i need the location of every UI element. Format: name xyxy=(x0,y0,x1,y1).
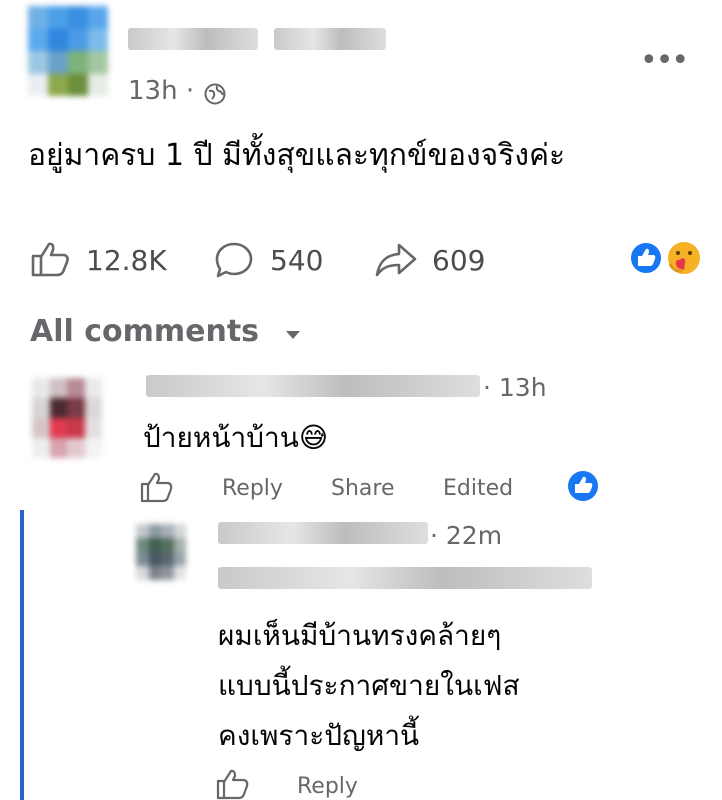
comment-like-icon[interactable] xyxy=(140,471,174,503)
post-author-avatar[interactable] xyxy=(28,6,108,96)
comment-timestamp[interactable]: · 13h xyxy=(483,373,547,402)
comment-text: ป้ายหน้าบ้าน😅 xyxy=(143,421,329,454)
reply-author-avatar[interactable] xyxy=(136,524,186,580)
reply-like-icon[interactable] xyxy=(216,768,250,800)
care-reaction-icon[interactable] xyxy=(664,238,704,278)
like-icon[interactable] xyxy=(30,240,72,278)
reply-mention-line xyxy=(218,567,592,589)
post-author-name-part[interactable] xyxy=(274,28,386,50)
reply-text-line-1: ผมเห็นมีบ้านทรงคล้ายๆ xyxy=(218,619,502,652)
comment-edited-label: Edited xyxy=(443,476,514,501)
comment-like-reaction-icon[interactable] xyxy=(566,469,600,503)
reply-author-name[interactable] xyxy=(218,522,428,544)
comment-reply-button[interactable]: Reply xyxy=(222,476,283,501)
comment-icon[interactable] xyxy=(214,241,254,279)
post-author-name[interactable] xyxy=(128,28,258,50)
reply-timestamp[interactable]: · 22m xyxy=(430,521,502,550)
globe-icon xyxy=(204,83,226,105)
share-count[interactable]: 609 xyxy=(432,244,485,277)
reply-thread-line xyxy=(20,510,24,800)
like-count[interactable]: 12.8K xyxy=(86,244,167,277)
post-text: อยู่มาครบ 1 ปี มีทั้งสุขและทุกข์ของจริงค… xyxy=(28,138,566,173)
like-reaction-icon[interactable] xyxy=(628,240,664,276)
reply-reply-button[interactable]: Reply xyxy=(297,774,358,799)
commenter-avatar[interactable] xyxy=(32,378,102,458)
all-comments-filter[interactable]: All comments xyxy=(30,314,259,349)
reply-text-line-2: แบบนี้ประกาศขายในเฟส xyxy=(218,669,520,702)
share-icon[interactable] xyxy=(374,241,418,279)
caret-down-icon[interactable] xyxy=(285,330,301,340)
comment-count[interactable]: 540 xyxy=(270,244,323,277)
more-icon[interactable]: ••• xyxy=(640,43,689,78)
reply-text-line-3: คงเพราะปัญหานี้ xyxy=(218,719,420,752)
post-timestamp[interactable]: 13h · xyxy=(128,76,194,106)
comment-share-button[interactable]: Share xyxy=(331,476,395,501)
commenter-name[interactable] xyxy=(146,375,480,397)
post-time-separator: · xyxy=(185,76,195,106)
post-time-text: 13h xyxy=(128,76,178,106)
